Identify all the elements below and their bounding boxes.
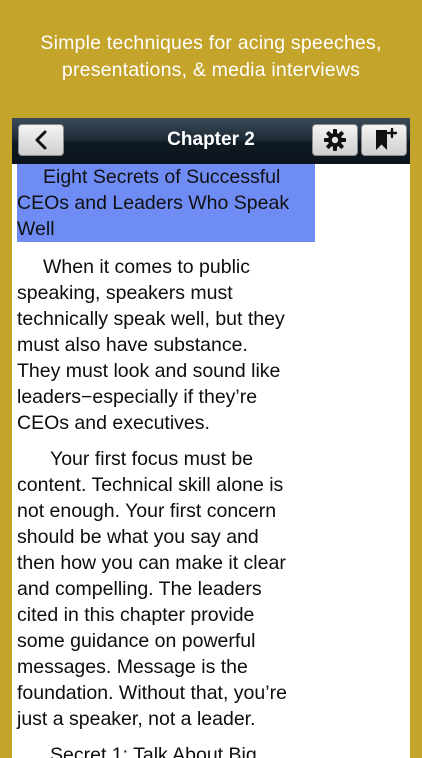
text-line: not enough. Your first concern [17, 500, 277, 522]
text-line: content. Technical skill alone is [17, 474, 284, 496]
section-heading-highlighted[interactable]: Eight Secrets of Successful CEOs and Lea… [17, 164, 315, 242]
chapter-content: Eight Secrets of Successful CEOs and Lea… [17, 164, 407, 758]
promo-line-2: presentations, & media interviews [61, 59, 361, 81]
text-line: When it comes to public [43, 256, 251, 278]
heading-line: Eight Secrets of Successful [43, 166, 281, 188]
heading-line: Well [17, 218, 55, 240]
text-line: speaking, speakers must [17, 282, 233, 304]
heading-line: CEOs and Leaders Who Speak [17, 192, 290, 214]
add-bookmark-button[interactable] [361, 124, 407, 156]
reader-screen: Chapter 2 Eight Secrets of Successful CE… [12, 118, 410, 758]
gear-icon [324, 129, 346, 151]
text-line: Secret 1: Talk About Big [50, 744, 257, 758]
paragraph-1: When it comes to public speaking, speake… [17, 254, 317, 436]
text-line: Your first focus must be [50, 448, 254, 470]
text-line: then how you can make it clear [17, 552, 286, 574]
text-line: some guidance on powerful [17, 630, 256, 652]
settings-button[interactable] [312, 124, 358, 156]
text-line: technically speak well, but they [17, 308, 285, 330]
promo-caption: Simple techniques for acing speeches, pr… [0, 30, 422, 84]
paragraph-3-partial: Secret 1: Talk About Big [17, 742, 317, 758]
navigation-bar: Chapter 2 [12, 118, 410, 164]
text-line: just a speaker, not a leader. [17, 708, 256, 730]
text-line: should be what you say and [17, 526, 259, 548]
text-line: leaders−especially if they’re [17, 386, 258, 408]
text-line: They must look and sound like [17, 360, 281, 382]
text-line: cited in this chapter provide [17, 604, 255, 626]
text-line: CEOs and executives. [17, 412, 210, 434]
paragraph-2: Your first focus must be content. Techni… [17, 446, 317, 732]
promo-line-1: Simple techniques for acing speeches, [40, 32, 382, 54]
text-line: and compelling. The leaders [17, 578, 262, 600]
bookmark-add-icon [376, 127, 398, 150]
text-line: foundation. Without that, you’re [17, 682, 287, 704]
text-line: must also have substance. [17, 334, 248, 356]
text-line: messages. Message is the [17, 656, 248, 678]
